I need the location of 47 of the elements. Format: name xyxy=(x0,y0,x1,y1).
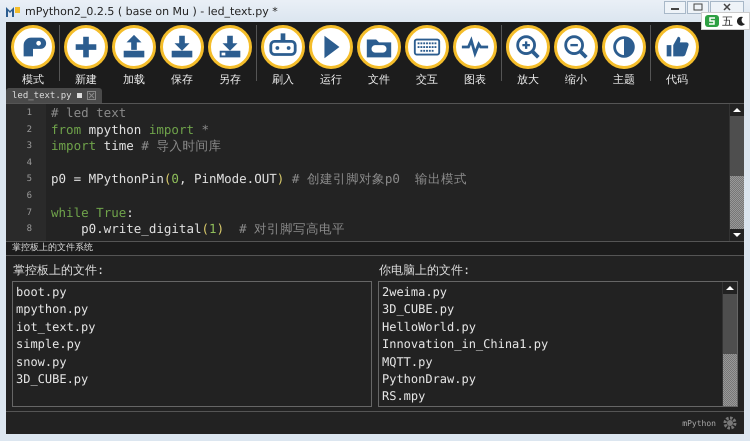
file-list[interactable]: boot.py mpython.py iot_text.py simple.py snow.py 3D_CUBE.py xyxy=(12,281,372,407)
window-title: mPython2_0.2.5 ( base on Mu ) - led_text.py * xyxy=(25,4,278,18)
file-item[interactable]: 3D_CUBE.py xyxy=(382,301,719,319)
file-item[interactable]: snow.py xyxy=(16,354,368,372)
line-number: 6 xyxy=(26,190,33,203)
code-line: while True: xyxy=(51,204,135,222)
file-item[interactable]: PythonDraw.py xyxy=(382,371,719,388)
file-item[interactable]: Innovation_in_China1.py xyxy=(382,336,719,354)
code-line: # led text xyxy=(51,105,128,122)
ime-mode[interactable]: 五 xyxy=(722,14,733,28)
line-number: 4 xyxy=(26,156,33,170)
moon-icon[interactable] xyxy=(736,16,746,26)
file-item[interactable]: 3D_CUBE.py xyxy=(16,371,368,388)
code-line: import time # 导入时间库 xyxy=(51,138,222,155)
editor-tab[interactable]: led_text.py xyxy=(6,88,102,103)
line-number: 3 xyxy=(26,140,33,154)
arrow-up-icon[interactable] xyxy=(730,104,744,116)
scrollbar[interactable] xyxy=(722,282,737,406)
pane-title: 掌控板上的文件系统 xyxy=(6,242,744,256)
file-list[interactable]: 2weima.py 3D_CUBE.py HelloWorld.py Innovation_in_China1.py MQTT.py PythonDraw.py RS.mpy xyxy=(378,281,738,407)
file-item[interactable]: iot_text.py xyxy=(16,318,368,336)
line-number: 1 xyxy=(26,107,33,120)
code-line: p0.write_digital(1) # 对引脚写高电平 xyxy=(80,221,346,238)
file-item[interactable]: 2weima.py xyxy=(382,284,719,302)
app-logo-icon xyxy=(6,5,20,17)
arrow-down-icon[interactable] xyxy=(730,229,744,241)
line-number: 8 xyxy=(26,223,33,236)
file-item[interactable]: RS.mpy xyxy=(382,388,719,406)
code-line: p0 = MPythonPin(0, PinMode.OUT) # 创建引脚对象p0 输出模式 xyxy=(51,171,468,188)
scrollbar[interactable] xyxy=(729,104,744,241)
mode-label: mPython xyxy=(682,418,716,428)
file-item[interactable]: boot.py xyxy=(16,284,368,302)
list-label: 你电脑上的文件: xyxy=(378,262,472,279)
file-item[interactable]: MQTT.py xyxy=(382,354,719,372)
line-number: 2 xyxy=(26,124,33,137)
file-item[interactable]: simple.py xyxy=(16,336,368,354)
file-item[interactable]: HelloWorld.py xyxy=(382,318,719,336)
minimize-icon[interactable] xyxy=(664,1,686,14)
file-item[interactable]: mpython.py xyxy=(16,301,368,319)
line-number: 7 xyxy=(26,206,33,220)
list-label: 掌控板上的文件: xyxy=(12,262,106,279)
code-line: from mpython import * xyxy=(51,122,210,138)
modified-icon xyxy=(76,93,82,98)
arrow-up-icon[interactable] xyxy=(723,282,737,294)
gear-icon[interactable] xyxy=(722,415,738,431)
line-number: 5 xyxy=(26,173,33,186)
maximize-icon[interactable] xyxy=(687,1,709,14)
